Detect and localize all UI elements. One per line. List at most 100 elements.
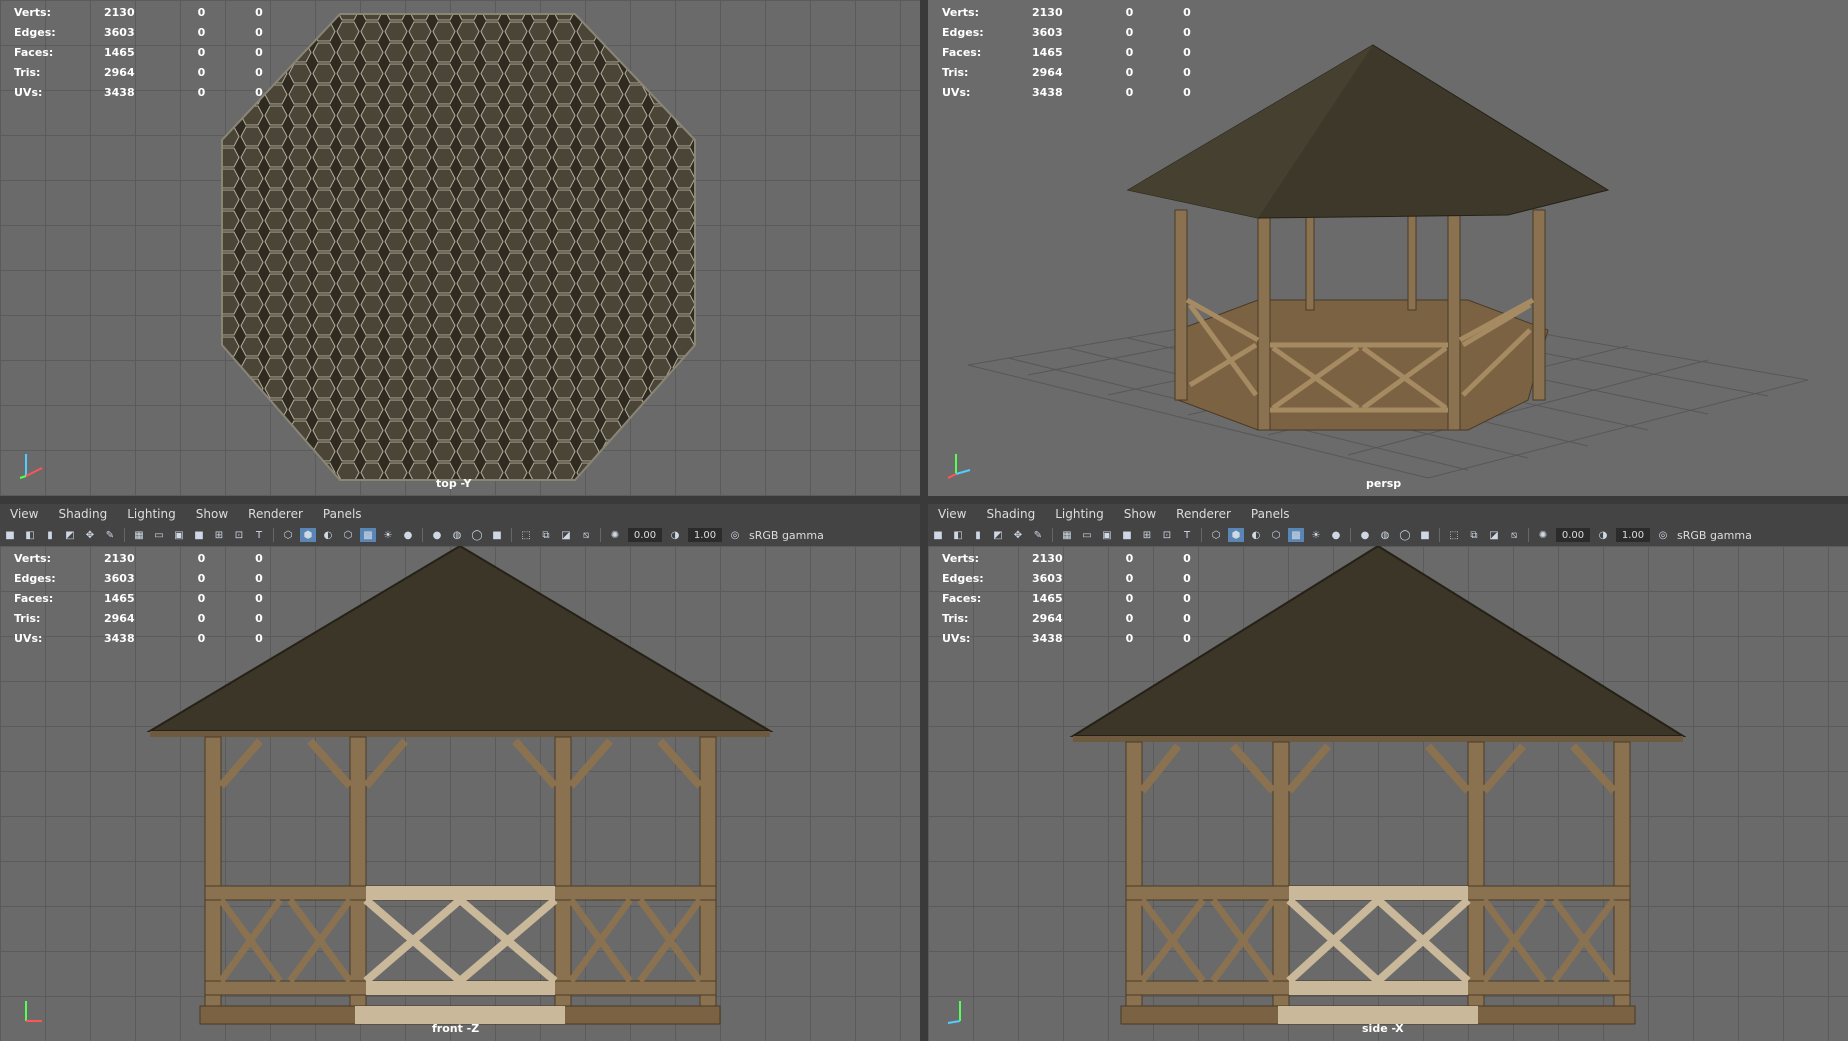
panel-toolbar: ■ ◧ ▮ ◩ ✥ ✎ ▦ ▭ ▣ ■ ⊞ ⊡ T ⬡ ⬢ ◐ ⬡ ▩ ☀ ● … [928, 524, 1848, 547]
grease-pencil-icon[interactable]: ✎ [102, 528, 118, 542]
poly-count-hud: Verts: 2130 0 0 Edges: 3603 0 0 Faces: 1465 0 0 T… [942, 551, 1191, 645]
axis-gizmo-icon [947, 454, 971, 479]
pan-zoom-icon[interactable]: ✥ [82, 528, 98, 542]
grid-icon[interactable]: ▦ [1059, 528, 1075, 542]
camera-label: top -Y [436, 477, 472, 490]
panel-toolbar: ■ ◧ ▮ ◩ ✥ ✎ ▦ ▭ ▣ ■ ⊞ ⊡ T ⬡ ⬢ ◐ ⬡ ▩ ☀ ● … [0, 524, 920, 547]
wireframe-on-shaded-icon[interactable]: ⬡ [340, 528, 356, 542]
camera-attr-icon[interactable]: ◧ [950, 528, 966, 542]
xray-icon[interactable]: ⧉ [1466, 528, 1482, 542]
gamma-icon[interactable]: ◑ [1595, 528, 1611, 542]
xray-joints-icon[interactable]: ⧅ [1506, 528, 1522, 542]
default-material-icon[interactable]: ◐ [1248, 528, 1264, 542]
smooth-shade-icon[interactable]: ⬢ [1228, 528, 1244, 542]
color-management-icon[interactable]: ◎ [727, 528, 743, 542]
field-chart-icon[interactable]: ⊞ [1139, 528, 1155, 542]
isolate-select-icon[interactable]: ⬚ [518, 528, 534, 542]
camera-attr-icon[interactable]: ◧ [22, 528, 38, 542]
grid-icon[interactable]: ▦ [131, 528, 147, 542]
menu-view[interactable]: View [0, 507, 48, 521]
panel-menu-bar: View Shading Lighting Show Renderer Pane… [0, 504, 920, 524]
panel-menu-bar: View Shading Lighting Show Renderer Pane… [928, 504, 1848, 524]
image-plane-icon[interactable]: ◩ [990, 528, 1006, 542]
pan-zoom-icon[interactable]: ✥ [1010, 528, 1026, 542]
color-management-icon[interactable]: ◎ [1655, 528, 1671, 542]
exposure-icon[interactable]: ✺ [607, 528, 623, 542]
menu-lighting[interactable]: Lighting [1045, 507, 1114, 521]
field-chart-icon[interactable]: ⊞ [211, 528, 227, 542]
grease-pencil-icon[interactable]: ✎ [1030, 528, 1046, 542]
resolution-gate-icon[interactable]: ▣ [1099, 528, 1115, 542]
gate-mask-icon[interactable]: ■ [191, 528, 207, 542]
default-material-icon[interactable]: ◐ [320, 528, 336, 542]
xray-active-icon[interactable]: ◪ [558, 528, 574, 542]
film-gate-icon[interactable]: ▭ [151, 528, 167, 542]
menu-shading[interactable]: Shading [976, 507, 1045, 521]
camera-label: side -X [1362, 1022, 1404, 1035]
xray-joints-icon[interactable]: ⧅ [578, 528, 594, 542]
safe-action-icon[interactable]: ⊡ [1159, 528, 1175, 542]
poly-count-hud: Verts: 2130 0 0 Edges: 3603 0 0 Faces: 1465 0 0 T… [942, 5, 1191, 99]
anti-alias-icon[interactable]: ◯ [1397, 528, 1413, 542]
gamma-icon[interactable]: ◑ [667, 528, 683, 542]
poly-count-hud: Verts: 2130 0 0 Edges: 3603 0 0 Faces: 1465 0 0 T… [14, 5, 263, 99]
motion-blur-icon[interactable]: ◍ [1377, 528, 1393, 542]
camera-label: front -Z [432, 1022, 480, 1035]
bookmark-icon[interactable]: ▮ [42, 528, 58, 542]
isolate-select-icon[interactable]: ⬚ [1446, 528, 1462, 542]
camera-icon[interactable]: ■ [930, 528, 946, 542]
gate-mask-icon[interactable]: ■ [1119, 528, 1135, 542]
exposure-icon[interactable]: ✺ [1535, 528, 1551, 542]
menu-show[interactable]: Show [186, 507, 238, 521]
xray-active-icon[interactable]: ◪ [1486, 528, 1502, 542]
resolution-gate-icon[interactable]: ▣ [171, 528, 187, 542]
textured-icon[interactable]: ▩ [1288, 528, 1304, 542]
menu-lighting[interactable]: Lighting [117, 507, 186, 521]
axis-gizmo-icon [25, 1001, 42, 1022]
film-gate-icon[interactable]: ▭ [1079, 528, 1095, 542]
menu-panels[interactable]: Panels [313, 507, 372, 521]
axis-gizmo-icon [947, 1001, 961, 1024]
lights-icon[interactable]: ☀ [380, 528, 396, 542]
camera-label: persp [1366, 477, 1402, 490]
menu-view[interactable]: View [928, 507, 976, 521]
viewport-side[interactable]: Verts: 2130 0 0 Edges: 3603 0 0 Faces: 1465 0 0 T… [928, 546, 1848, 1041]
bookmark-icon[interactable]: ▮ [970, 528, 986, 542]
safe-title-icon[interactable]: T [251, 528, 267, 542]
ambient-occlusion-icon[interactable]: ● [429, 528, 445, 542]
exposure-field[interactable]: 0.00 [1556, 528, 1590, 542]
ambient-occlusion-icon[interactable]: ● [1357, 528, 1373, 542]
menu-panels[interactable]: Panels [1241, 507, 1300, 521]
depth-of-field-icon[interactable]: ■ [489, 528, 505, 542]
lights-icon[interactable]: ☀ [1308, 528, 1324, 542]
xray-icon[interactable]: ⧉ [538, 528, 554, 542]
wireframe-on-shaded-icon[interactable]: ⬡ [1268, 528, 1284, 542]
menu-renderer[interactable]: Renderer [238, 507, 313, 521]
viewport-top[interactable]: Verts: 2130 0 0 Edges: 3603 0 0 Faces: 1465 0 0 T… [0, 0, 920, 496]
safe-title-icon[interactable]: T [1179, 528, 1195, 542]
viewport-persp[interactable]: Verts: 2130 0 0 Edges: 3603 0 0 Faces: 1465 0 0 T… [928, 0, 1848, 496]
menu-show[interactable]: Show [1114, 507, 1166, 521]
textured-icon[interactable]: ▩ [360, 528, 376, 542]
wireframe-icon[interactable]: ⬡ [1208, 528, 1224, 542]
gamma-field[interactable]: 1.00 [1616, 528, 1650, 542]
safe-action-icon[interactable]: ⊡ [231, 528, 247, 542]
exposure-field[interactable]: 0.00 [628, 528, 662, 542]
shadows-icon[interactable]: ● [400, 528, 416, 542]
camera-icon[interactable]: ■ [2, 528, 18, 542]
image-plane-icon[interactable]: ◩ [62, 528, 78, 542]
smooth-shade-icon[interactable]: ⬢ [300, 528, 316, 542]
colorspace-label[interactable]: sRGB gamma [749, 529, 824, 542]
menu-renderer[interactable]: Renderer [1166, 507, 1241, 521]
depth-of-field-icon[interactable]: ■ [1417, 528, 1433, 542]
viewport-front[interactable]: Verts: 2130 0 0 Edges: 3603 0 0 Faces: 1465 0 0 T… [0, 546, 920, 1041]
motion-blur-icon[interactable]: ◍ [449, 528, 465, 542]
anti-alias-icon[interactable]: ◯ [469, 528, 485, 542]
wireframe-icon[interactable]: ⬡ [280, 528, 296, 542]
poly-count-hud: Verts: 2130 0 0 Edges: 3603 0 0 Faces: 1465 0 0 T… [14, 551, 263, 645]
gamma-field[interactable]: 1.00 [688, 528, 722, 542]
menu-shading[interactable]: Shading [48, 507, 117, 521]
colorspace-label[interactable]: sRGB gamma [1677, 529, 1752, 542]
viewport-divider[interactable] [920, 0, 928, 1041]
shadows-icon[interactable]: ● [1328, 528, 1344, 542]
